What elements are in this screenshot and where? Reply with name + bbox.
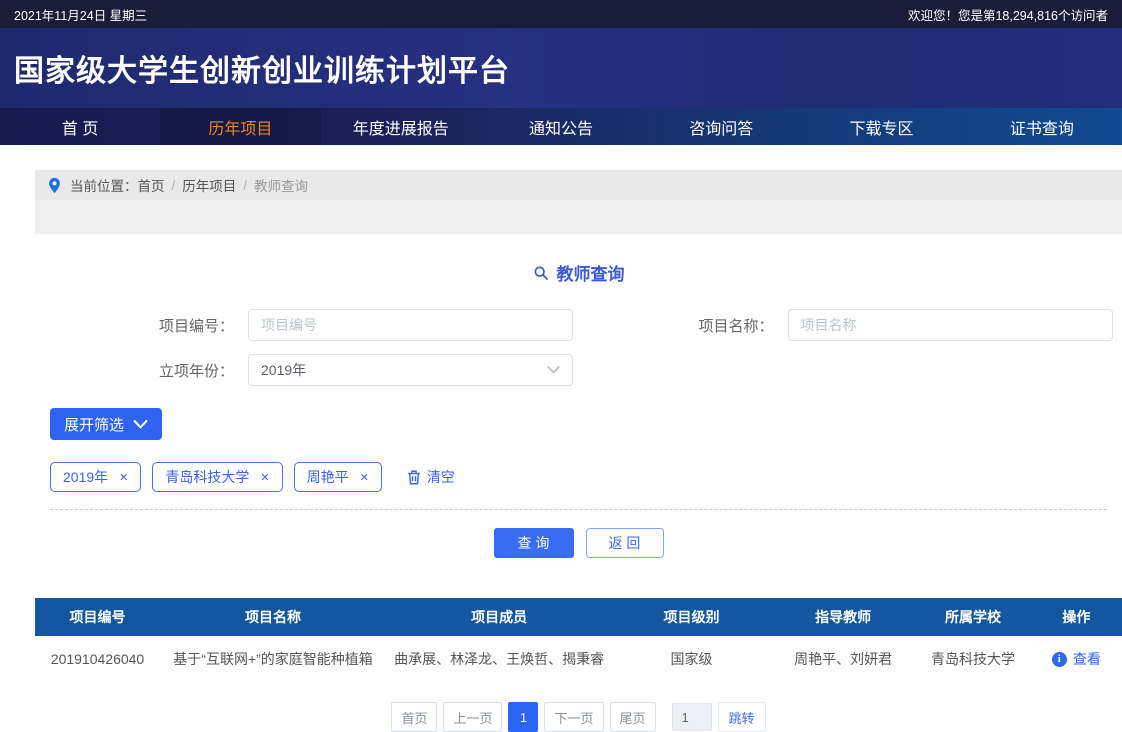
filter-tag-year[interactable]: 2019年 ✕ [50,462,141,492]
cell-school: 青岛科技大学 [915,636,1030,682]
col-header-members: 项目成员 [386,598,612,636]
back-button[interactable]: 返 回 [586,528,664,558]
expand-filters-button[interactable]: 展开筛选 [50,408,162,440]
nav-item-home[interactable]: 首 页 [0,108,160,145]
close-icon[interactable]: ✕ [119,471,128,484]
clear-filters-button[interactable]: 清空 [401,466,461,488]
col-header-project-name: 项目名称 [160,598,386,636]
site-title: 国家级大学生创新创业训练计划平台 [14,46,510,90]
close-icon[interactable]: ✕ [260,471,269,484]
breadcrumb-separator: / [172,178,176,193]
location-pin-icon [48,177,61,194]
page-first-button[interactable]: 首页 [391,702,437,732]
breadcrumb-separator: / [243,178,247,193]
field-project-code: 项目编号： [35,309,579,341]
search-panel: 教师查询 项目编号： 项目名称： 立项年份： 2019年 [35,234,1122,584]
content-area: 教师查询 项目编号： 项目名称： 立项年份： 2019年 [35,200,1122,584]
filter-tag-teacher[interactable]: 周艳平 ✕ [294,462,382,492]
project-year-value: 2019年 [261,360,306,380]
form-row-2: 立项年份： 2019年 [35,354,1122,386]
page-prev-button[interactable]: 上一页 [443,702,502,732]
breadcrumb-home[interactable]: 首页 [138,175,165,195]
nav-item-downloads[interactable]: 下载专区 [801,108,961,145]
panel-title-text: 教师查询 [557,260,625,285]
project-year-select[interactable]: 2019年 [248,354,573,386]
page-next-button[interactable]: 下一页 [544,702,603,732]
chevron-down-icon [547,366,560,374]
nav-item-annual-report[interactable]: 年度进展报告 [321,108,481,145]
breadcrumb-past-projects[interactable]: 历年项目 [182,175,236,195]
filter-tag-label: 周艳平 [307,467,349,487]
col-header-school: 所属学校 [915,598,1030,636]
pagination: 首页 上一页 1 下一页 尾页 跳转 [35,702,1122,732]
masthead: 国家级大学生创新创业训练计划平台 [0,28,1122,108]
project-code-input[interactable] [248,309,573,341]
view-link[interactable]: i 查看 [1052,649,1101,669]
trash-icon [407,470,421,485]
project-name-label: 项目名称： [579,315,788,336]
cell-actions: i 查看 [1031,636,1122,682]
visitor-welcome: 欢迎您！您是第18,294,816个访问者 [908,5,1108,24]
panel-title: 教师查询 [35,260,1122,285]
breadcrumb: 当前位置： 首页 / 历年项目 / 教师查询 [35,170,1122,200]
expand-filters-label: 展开筛选 [64,414,124,435]
field-project-name: 项目名称： [579,309,1122,341]
field-project-year: 立项年份： 2019年 [35,354,579,386]
results-table-wrap: 项目编号 项目名称 项目成员 项目级别 指导教师 所属学校 操作 2019104… [35,598,1122,732]
col-header-teachers: 指导教师 [771,598,916,636]
col-header-actions: 操作 [1031,598,1122,636]
nav-item-qa[interactable]: 咨询问答 [641,108,801,145]
current-date: 2021年11月24日 星期三 [14,5,147,24]
filter-tag-school[interactable]: 青岛科技大学 ✕ [152,462,282,492]
filter-tag-label: 青岛科技大学 [165,467,249,487]
project-code-label: 项目编号： [35,315,248,336]
cell-members: 曲承展、林泽龙、王焕哲、揭秉睿 [386,636,612,682]
close-icon[interactable]: ✕ [360,471,369,484]
form-row-1: 项目编号： 项目名称： [35,309,1122,341]
query-button[interactable]: 查 询 [494,528,574,558]
table-header-row: 项目编号 项目名称 项目成员 项目级别 指导教师 所属学校 操作 [35,598,1122,636]
search-icon [533,265,549,281]
table-row: 201910426040 基于“互联网+”的家庭智能种植箱 曲承展、林泽龙、王焕… [35,636,1122,682]
topbar: 2021年11月24日 星期三 欢迎您！您是第18,294,816个访问者 [0,0,1122,28]
nav-item-notices[interactable]: 通知公告 [481,108,641,145]
nav-item-certificates[interactable]: 证书查询 [962,108,1122,145]
cell-level: 国家级 [612,636,771,682]
page-number-1[interactable]: 1 [508,702,538,732]
page-jump-button[interactable]: 跳转 [718,702,766,732]
view-link-label: 查看 [1073,649,1101,669]
nav-item-past-projects[interactable]: 历年项目 [160,108,320,145]
page-jump-input[interactable] [672,703,712,731]
clear-filters-label: 清空 [427,467,455,487]
filter-tags-row: 2019年 ✕ 青岛科技大学 ✕ 周艳平 ✕ 清空 [35,462,1122,492]
cell-project-name: 基于“互联网+”的家庭智能种植箱 [160,636,386,682]
chevron-down-icon [133,420,148,429]
cell-teachers: 周艳平、刘妍君 [771,636,916,682]
cell-project-code: 201910426040 [35,636,160,682]
breadcrumb-prefix: 当前位置： [70,175,138,195]
col-header-level: 项目级别 [612,598,771,636]
col-header-project-code: 项目编号 [35,598,160,636]
form-actions: 查 询 返 回 [35,528,1122,558]
dashed-divider [50,509,1107,510]
project-year-label: 立项年份： [35,360,248,381]
filter-tag-label: 2019年 [63,467,108,487]
info-icon: i [1052,652,1067,667]
main-nav: 首 页 历年项目 年度进展报告 通知公告 咨询问答 下载专区 证书查询 [0,108,1122,145]
breadcrumb-teacher-search: 教师查询 [254,175,308,195]
results-table: 项目编号 项目名称 项目成员 项目级别 指导教师 所属学校 操作 2019104… [35,598,1122,682]
project-name-input[interactable] [788,309,1113,341]
page-last-button[interactable]: 尾页 [610,702,656,732]
